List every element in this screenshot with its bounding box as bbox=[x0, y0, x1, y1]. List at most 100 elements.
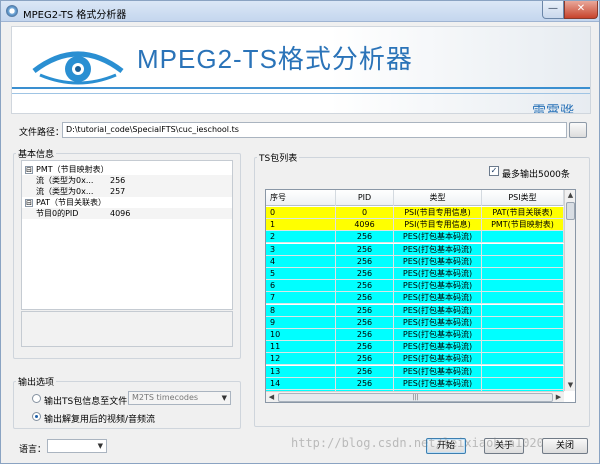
vertical-scroll-thumb[interactable] bbox=[566, 202, 575, 220]
ts-packet-table[interactable]: 序号 PID 类型 PSI类型 0 0 PSI(节目专用信息) PAT(节目关联表) 1… bbox=[265, 189, 576, 403]
scroll-right-icon[interactable]: ▶ bbox=[553, 392, 564, 402]
table-row[interactable]: 10 256 PES(打包基本码流) bbox=[266, 329, 564, 341]
output-demux-radio[interactable] bbox=[32, 412, 41, 421]
cell-type: PES(打包基本码流) bbox=[394, 243, 482, 256]
output-demux-label: 输出解复用后的视频/音频流 bbox=[44, 415, 156, 425]
table-row[interactable]: 9 256 PES(打包基本码流) bbox=[266, 316, 564, 329]
cell-type: PES(打包基本码流) bbox=[394, 353, 482, 366]
language-select[interactable]: ▼ bbox=[47, 439, 107, 453]
cell-pid: 256 bbox=[336, 243, 394, 256]
cell-pid: 4096 bbox=[336, 219, 394, 232]
scroll-up-icon[interactable]: ▲ bbox=[565, 190, 575, 201]
table-row[interactable]: 2 256 PES(打包基本码流) bbox=[266, 231, 564, 244]
banner-author: 雷霄骅 bbox=[532, 105, 574, 114]
tree-item[interactable]: 流（类型为0x... 257 bbox=[22, 186, 232, 197]
title-bar[interactable]: MPEG2-TS 格式分析器 — ✕ bbox=[1, 1, 599, 22]
cell-type: PES(打包基本码流) bbox=[394, 316, 482, 329]
cell-index: 5 bbox=[266, 268, 336, 280]
header-type[interactable]: 类型 bbox=[394, 190, 482, 206]
cell-pid: 256 bbox=[336, 292, 394, 305]
table-vertical-scrollbar[interactable]: ▲ ▼ bbox=[564, 190, 575, 391]
start-button[interactable]: 开始 bbox=[426, 438, 466, 454]
cell-pid: 256 bbox=[336, 231, 394, 244]
horizontal-scroll-thumb[interactable]: ||| bbox=[278, 393, 553, 402]
banner: MPEG2-TS格式分析器 雷霄骅 bbox=[11, 26, 591, 114]
table-horizontal-scrollbar[interactable]: ◀ ||| ▶ bbox=[266, 391, 564, 402]
table-row[interactable]: 0 0 PSI(节目专用信息) PAT(节目关联表) bbox=[266, 207, 564, 219]
header-psi-type[interactable]: PSI类型 bbox=[482, 190, 564, 206]
basic-info-title: 基本信息 bbox=[16, 147, 57, 160]
cell-index: 7 bbox=[266, 292, 336, 305]
cell-pid: 256 bbox=[336, 268, 394, 280]
tree-item-label: 节目0的PID bbox=[36, 209, 79, 218]
cell-index: 1 bbox=[266, 219, 336, 232]
scroll-left-icon[interactable]: ◀ bbox=[266, 392, 277, 402]
chevron-down-icon: ▼ bbox=[221, 394, 227, 402]
cell-index: 13 bbox=[266, 365, 336, 378]
tree-item[interactable]: 节目0的PID 4096 bbox=[22, 208, 232, 219]
collapse-icon[interactable]: ⊟ bbox=[25, 166, 33, 174]
cell-index: 8 bbox=[266, 304, 336, 317]
cell-psi-type bbox=[482, 243, 564, 256]
header-index[interactable]: 序号 bbox=[266, 190, 336, 206]
header-pid[interactable]: PID bbox=[336, 190, 394, 206]
cell-type: PSI(节目专用信息) bbox=[394, 207, 482, 219]
minimize-button[interactable]: — bbox=[542, 1, 564, 19]
close-button[interactable]: 关闭 bbox=[542, 438, 588, 454]
cell-type: PES(打包基本码流) bbox=[394, 292, 482, 305]
cell-index: 10 bbox=[266, 329, 336, 341]
cell-pid: 256 bbox=[336, 255, 394, 268]
timecode-select-value: M2TS timecodes bbox=[132, 393, 199, 402]
cell-index: 11 bbox=[266, 341, 336, 354]
cell-index: 12 bbox=[266, 353, 336, 366]
cell-type: PES(打包基本码流) bbox=[394, 268, 482, 280]
table-row[interactable]: 12 256 PES(打包基本码流) bbox=[266, 353, 564, 366]
file-path-input[interactable]: D:\tutorial_code\SpecialFTS\cuc_ieschool… bbox=[62, 122, 567, 138]
table-row[interactable]: 3 256 PES(打包基本码流) bbox=[266, 243, 564, 256]
scroll-down-icon[interactable]: ▼ bbox=[565, 380, 575, 391]
about-button[interactable]: 关于 bbox=[484, 438, 524, 454]
cell-pid: 256 bbox=[336, 280, 394, 293]
cell-type: PES(打包基本码流) bbox=[394, 341, 482, 354]
tree-item-value: 256 bbox=[110, 176, 126, 185]
tree-item[interactable]: 流（类型为0x... 256 bbox=[22, 175, 232, 186]
browse-button[interactable] bbox=[569, 122, 587, 138]
cell-psi-type bbox=[482, 329, 564, 341]
info-text-area[interactable] bbox=[21, 311, 233, 347]
table-row[interactable]: 11 256 PES(打包基本码流) bbox=[266, 341, 564, 354]
language-label: 语言： bbox=[19, 445, 47, 455]
cell-pid: 256 bbox=[336, 353, 394, 366]
max-output-label: 最多输出5000条 bbox=[502, 170, 570, 180]
table-row[interactable]: 4 256 PES(打包基本码流) bbox=[266, 255, 564, 268]
timecode-select[interactable]: M2TS timecodes ▼ bbox=[128, 391, 231, 405]
cell-psi-type bbox=[482, 353, 564, 366]
cell-psi-type bbox=[482, 341, 564, 354]
basic-info-tree[interactable]: ⊟ PMT（节目映射表） 流（类型为0x... 256 流（类型为0x... 257 ⊟ PA… bbox=[21, 160, 233, 310]
window-title: MPEG2-TS 格式分析器 bbox=[23, 10, 127, 21]
output-ts-info-radio[interactable] bbox=[32, 394, 41, 403]
close-window-button[interactable]: ✕ bbox=[564, 1, 598, 19]
table-row[interactable]: 14 256 PES(打包基本码流) bbox=[266, 377, 564, 390]
output-options-title: 输出选项 bbox=[16, 375, 57, 388]
tree-item-label: PMT（节目映射表） bbox=[36, 165, 109, 174]
banner-line bbox=[12, 87, 590, 89]
collapse-icon[interactable]: ⊟ bbox=[25, 199, 33, 207]
table-row[interactable]: 8 256 PES(打包基本码流) bbox=[266, 304, 564, 317]
eye-logo-icon bbox=[32, 51, 124, 85]
banner-line-thin bbox=[12, 93, 590, 94]
cell-psi-type bbox=[482, 377, 564, 390]
cell-psi-type bbox=[482, 365, 564, 378]
table-row[interactable]: 5 256 PES(打包基本码流) bbox=[266, 268, 564, 280]
cell-type: PSI(节目专用信息) bbox=[394, 219, 482, 232]
table-row[interactable]: 1 4096 PSI(节目专用信息) PMT(节目映射表) bbox=[266, 219, 564, 232]
max-output-checkbox[interactable]: ✓ bbox=[489, 166, 499, 176]
table-row[interactable]: 13 256 PES(打包基本码流) bbox=[266, 365, 564, 378]
tree-item-label: 流（类型为0x... bbox=[36, 176, 94, 185]
cell-pid: 0 bbox=[336, 207, 394, 219]
table-row[interactable]: 7 256 PES(打包基本码流) bbox=[266, 292, 564, 305]
cell-pid: 256 bbox=[336, 341, 394, 354]
cell-psi-type bbox=[482, 292, 564, 305]
cell-index: 14 bbox=[266, 377, 336, 390]
table-row[interactable]: 6 256 PES(打包基本码流) bbox=[266, 280, 564, 293]
cell-psi-type bbox=[482, 268, 564, 280]
